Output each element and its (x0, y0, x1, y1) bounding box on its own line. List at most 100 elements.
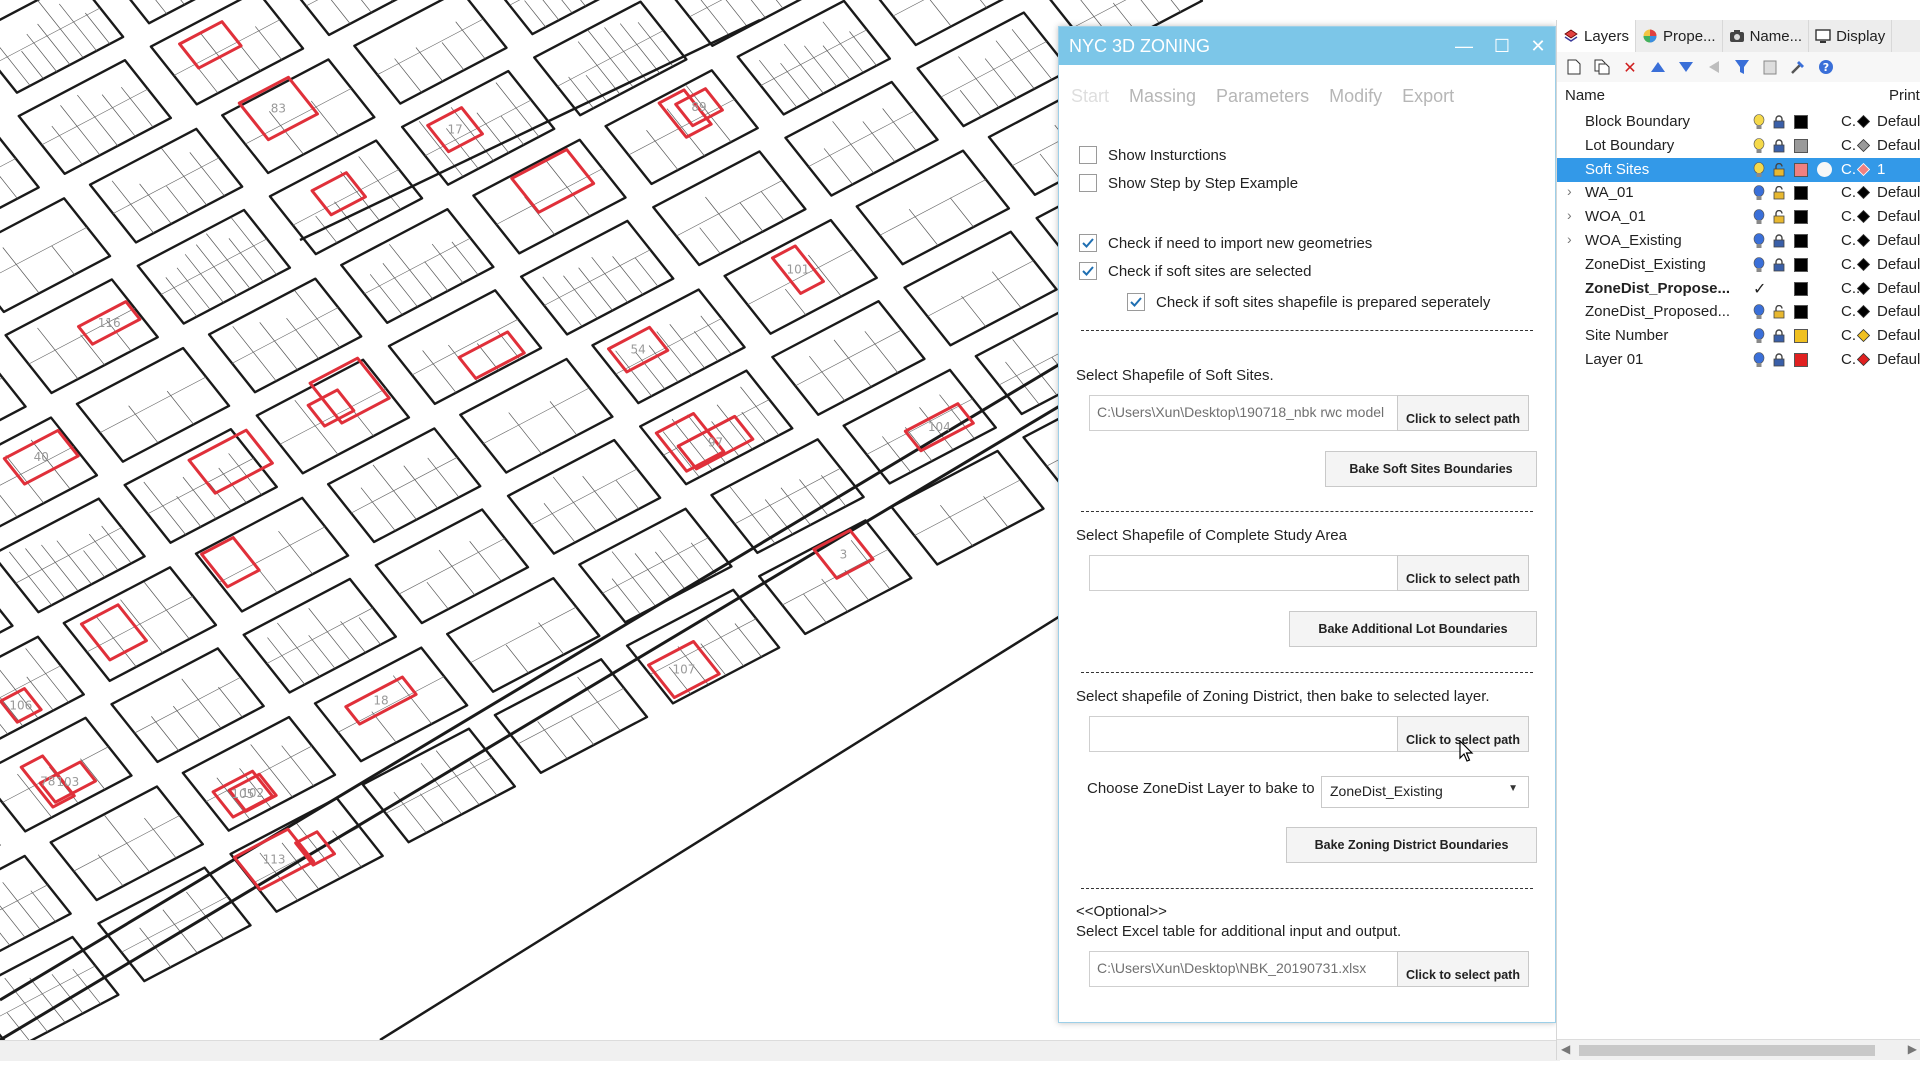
layer-row[interactable]: ZoneDist_Existing C. Default (1557, 253, 1920, 277)
close-icon[interactable]: ✕ (1523, 31, 1553, 61)
linetype-value[interactable]: C. (1841, 161, 1856, 178)
visibility-bulb-icon[interactable] (1753, 256, 1765, 273)
lock-icon[interactable] (1773, 258, 1785, 272)
scrollbar-thumb[interactable] (1579, 1045, 1875, 1056)
tab-parameters[interactable]: Parameters (1214, 82, 1311, 112)
tab-modify[interactable]: Modify (1327, 82, 1384, 112)
layer-row[interactable]: Site Number C. Default (1557, 324, 1920, 348)
zonedist-layer-dropdown[interactable]: ZoneDist_Existing ▼ (1321, 776, 1529, 808)
bake-zoning-district-button[interactable]: Bake Zoning District Boundaries (1286, 827, 1537, 863)
layer-row[interactable]: Soft Sites C. 1 (1557, 157, 1920, 182)
linetype-value[interactable]: C. (1841, 327, 1856, 344)
print-width-value[interactable]: Default (1877, 280, 1920, 297)
import-new-checkbox[interactable] (1079, 234, 1097, 252)
layer-name[interactable]: Block Boundary (1585, 113, 1690, 130)
layer-color-swatch[interactable] (1794, 138, 1808, 153)
print-color-diamond-icon[interactable] (1857, 115, 1870, 128)
layer-name[interactable]: WOA_01 (1585, 208, 1646, 225)
minimize-icon[interactable]: — (1449, 31, 1479, 61)
scroll-left-icon[interactable]: ◀ (1561, 1042, 1570, 1056)
print-width-value[interactable]: Default (1877, 137, 1920, 154)
soft-sites-prepared-checkbox[interactable] (1127, 293, 1145, 311)
tab-layers[interactable]: Layers (1557, 20, 1637, 52)
visibility-bulb-icon[interactable] (1753, 304, 1765, 320)
linetype-value[interactable]: C. (1841, 208, 1856, 225)
layer-name[interactable]: ZoneDist_Propose... (1585, 280, 1730, 297)
soft-sites-selected-checkbox[interactable] (1079, 262, 1097, 280)
column-print-header[interactable]: Print (1889, 87, 1920, 104)
show-example-checkbox[interactable] (1079, 174, 1097, 192)
expand-chevron-icon[interactable]: › (1567, 207, 1572, 223)
print-width-value[interactable]: Default (1877, 303, 1920, 320)
layer-row[interactable]: Layer 01 C. Default (1557, 348, 1920, 372)
unlock-icon[interactable] (1773, 186, 1785, 200)
layer-color-swatch[interactable] (1794, 210, 1808, 225)
layer-row[interactable]: › WOA_Existing C. Default (1557, 229, 1920, 253)
print-color-diamond-icon[interactable] (1857, 329, 1870, 343)
layer-name[interactable]: WA_01 (1585, 184, 1634, 201)
layer-row[interactable]: › WA_01 C. Default (1557, 181, 1920, 205)
soft-sites-prepared-row[interactable]: Check if soft sites shapefile is prepare… (1127, 293, 1490, 311)
layers-scrollbar[interactable]: ◀ ▶ (1557, 1039, 1920, 1060)
viewport-scrollbar[interactable] (0, 1040, 1560, 1061)
maximize-icon[interactable]: ☐ (1487, 31, 1517, 61)
show-instructions-checkbox[interactable] (1079, 146, 1097, 164)
print-width-value[interactable]: Default (1877, 113, 1920, 130)
tab-display[interactable]: Display (1809, 20, 1893, 52)
study-area-path-field[interactable] (1089, 555, 1399, 591)
lock-icon[interactable] (1773, 329, 1785, 343)
print-color-diamond-icon[interactable] (1857, 353, 1870, 366)
lock-icon[interactable] (1773, 353, 1785, 367)
linetype-value[interactable]: C. (1841, 113, 1856, 130)
tab-named-views[interactable]: Name... (1723, 20, 1810, 52)
tab-properties[interactable]: Prope... (1636, 20, 1723, 52)
soft-sites-selected-row[interactable]: Check if soft sites are selected (1079, 262, 1311, 280)
visibility-bulb-icon[interactable] (1753, 233, 1765, 249)
print-width-value[interactable]: Default (1877, 351, 1920, 368)
unlock-icon[interactable] (1773, 162, 1785, 177)
clipboard-icon[interactable] (1761, 58, 1779, 76)
print-color-diamond-icon[interactable] (1857, 257, 1870, 271)
print-color-diamond-icon[interactable] (1857, 281, 1870, 295)
layer-name[interactable]: Lot Boundary (1585, 137, 1674, 154)
soft-sites-path-field[interactable]: C:\Users\Xun\Desktop\190718_nbk rwc mode… (1089, 395, 1399, 431)
tab-massing[interactable]: Massing (1127, 82, 1198, 112)
visibility-bulb-icon[interactable] (1753, 114, 1765, 130)
print-width-value[interactable]: Default (1877, 232, 1920, 249)
filter-icon[interactable] (1733, 58, 1751, 76)
bake-soft-sites-button[interactable]: Bake Soft Sites Boundaries (1325, 451, 1537, 487)
layer-color-swatch[interactable] (1794, 115, 1808, 129)
lock-icon[interactable] (1773, 115, 1785, 129)
layer-row[interactable]: Block Boundary C. Default (1557, 110, 1920, 134)
import-new-row[interactable]: Check if need to import new geometries (1079, 234, 1372, 252)
layer-name[interactable]: Layer 01 (1585, 351, 1643, 368)
linetype-value[interactable]: C. (1841, 351, 1856, 368)
layer-color-swatch[interactable] (1794, 186, 1808, 201)
layer-color-swatch[interactable] (1794, 305, 1808, 320)
linetype-value[interactable]: C. (1841, 137, 1856, 154)
layer-row[interactable]: ZoneDist_Proposed... C. Default (1557, 300, 1920, 324)
column-name-header[interactable]: Name (1565, 87, 1605, 104)
lock-icon[interactable] (1773, 234, 1785, 248)
layer-row[interactable]: › WOA_01 C. Default (1557, 205, 1920, 229)
layer-name[interactable]: Soft Sites (1585, 161, 1649, 178)
layer-name[interactable]: WOA_Existing (1585, 232, 1682, 249)
expand-chevron-icon[interactable]: › (1567, 231, 1572, 247)
move-up-icon[interactable] (1649, 58, 1667, 76)
print-color-diamond-icon[interactable] (1857, 305, 1870, 319)
tab-export[interactable]: Export (1400, 82, 1456, 112)
unlock-icon[interactable] (1773, 305, 1785, 319)
new-layer-icon[interactable] (1565, 58, 1583, 76)
show-instructions-row[interactable]: Show Insturctions (1079, 146, 1226, 164)
print-color-diamond-icon[interactable] (1857, 162, 1870, 176)
layer-color-swatch[interactable] (1794, 162, 1808, 177)
print-width-value[interactable]: Default (1877, 327, 1920, 344)
print-color-diamond-icon[interactable] (1857, 186, 1870, 200)
layer-color-swatch[interactable] (1794, 281, 1808, 296)
soft-sites-select-path-button[interactable]: Click to select path (1397, 395, 1529, 431)
zoning-district-path-field[interactable] (1089, 716, 1399, 752)
visibility-bulb-icon[interactable] (1753, 185, 1765, 201)
print-width-value[interactable]: Default (1877, 256, 1920, 273)
visibility-bulb-icon[interactable] (1753, 209, 1765, 225)
layer-color-swatch[interactable] (1794, 353, 1808, 367)
